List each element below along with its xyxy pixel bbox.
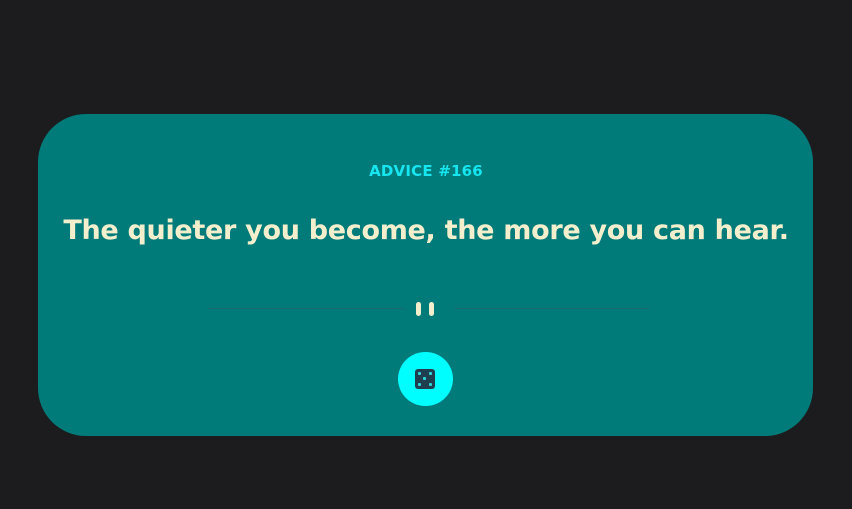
dice-icon [415, 369, 435, 389]
pause-icon [416, 302, 436, 316]
divider-line-right [455, 308, 649, 309]
advice-quote: The quieter you become, the more you can… [63, 215, 789, 246]
advice-id-label: ADVICE #166 [369, 162, 483, 180]
generate-advice-button[interactable] [398, 352, 453, 406]
divider-line-left [208, 308, 404, 309]
pattern-divider [205, 296, 649, 322]
